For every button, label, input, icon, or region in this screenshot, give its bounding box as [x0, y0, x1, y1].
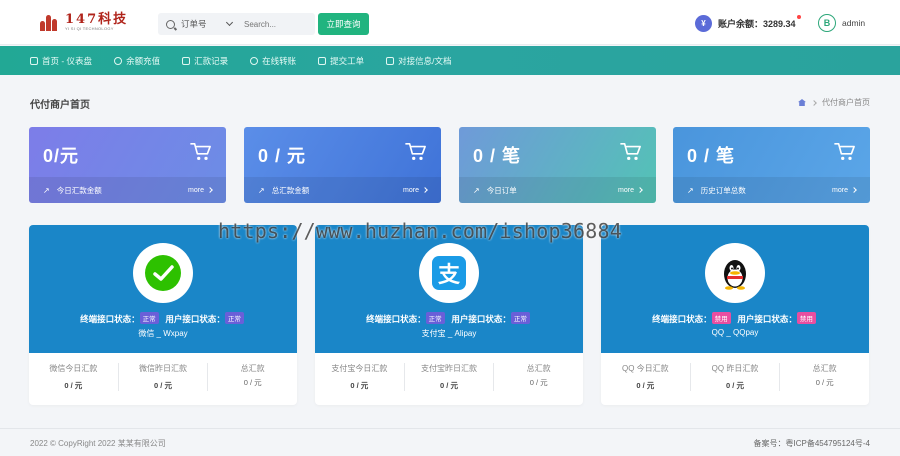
home-icon[interactable]	[798, 99, 806, 106]
trend-up-icon: ↗	[473, 185, 480, 195]
yen-icon: ¥	[695, 15, 712, 32]
user-menu[interactable]: B admin	[818, 14, 865, 32]
nav-item-submit-ticket[interactable]: 提交工单	[318, 55, 364, 67]
page-title: 代付商户首页	[30, 100, 90, 111]
payment-card-wechat: 终端接口状态： 正常 用户接口状态： 正常 微信 _ Wxpay 微信今日汇款 0 /…	[29, 225, 297, 405]
payment-name: 支付宝 _ Alipay	[421, 329, 477, 338]
trend-up-icon: ↗	[43, 185, 50, 195]
chevron-right-icon	[637, 187, 643, 193]
chevron-down-icon	[225, 18, 233, 27]
breadcrumb: 代付商户首页	[798, 97, 870, 108]
cart-icon	[620, 143, 641, 160]
home-icon	[30, 56, 38, 65]
transfer-icon	[250, 56, 259, 65]
nav-item-online-transfer[interactable]: 在线转账	[250, 55, 296, 67]
more-link[interactable]: more	[618, 187, 643, 194]
wallet-icon	[114, 56, 123, 65]
chevron-right-icon	[851, 187, 857, 193]
ticket-icon	[318, 56, 327, 65]
interface-status: 终端接口状态： 正常 用户接口状态： 正常	[29, 312, 297, 325]
trend-up-icon: ↗	[258, 185, 265, 195]
search-category-icon	[166, 19, 175, 29]
balance-text: 账户余额：3289.34	[718, 19, 796, 29]
icp-number[interactable]: 备案号：粤ICP备454795124号-4	[754, 438, 871, 449]
payment-name: QQ _ QQpay	[711, 328, 759, 337]
document-icon	[386, 56, 395, 65]
nav-item-api-docs[interactable]: 对接信息/文档	[386, 55, 452, 67]
status-badge: 正常	[510, 312, 530, 324]
stat-value: 0 / 笔	[473, 146, 522, 166]
search-button[interactable]: 立即查询	[318, 13, 369, 35]
stat-label: 总汇款金额	[271, 185, 310, 195]
logo[interactable]: 147科技 YI SI QI TECHNOLOGY	[40, 13, 128, 31]
footer: 2022 © CopyRight 2022 某某有限公司 备案号：粤ICP备45…	[0, 428, 900, 456]
payment-name: 微信 _ Wxpay	[138, 329, 188, 338]
status-badge: 正常	[425, 312, 445, 324]
payment-card-alipay: 支 终端接口状态： 正常 用户接口状态： 正常 支付宝 _ Alipay 支付宝今日…	[315, 225, 583, 405]
stat-value: 0 / 元	[258, 146, 307, 166]
qq-icon	[705, 243, 765, 303]
chevron-right-icon	[811, 99, 817, 106]
chevron-right-icon	[207, 187, 213, 193]
status-badge: 正常	[139, 312, 159, 324]
payment-card-qq: 终端接口状态： 禁用 用户接口状态： 禁用 QQ _ QQpay QQ 今日汇款 0 …	[601, 225, 869, 405]
top-header: 147科技 YI SI QI TECHNOLOGY 订单号 立即查询 ¥ 账户余…	[0, 0, 900, 45]
search-type-select[interactable]: 订单号	[158, 13, 240, 35]
nav-item-dashboard[interactable]: 首页 - 仪表盘	[30, 55, 92, 67]
interface-status: 终端接口状态： 禁用 用户接口状态： 禁用	[601, 312, 869, 325]
stat-label: 今日汇款金额	[56, 185, 102, 195]
watermark-text: https://www.huzhan.com/ishop36884	[218, 219, 622, 243]
trend-up-icon: ↗	[687, 185, 694, 195]
stat-value: 0/元	[43, 146, 80, 166]
interface-status: 终端接口状态： 正常 用户接口状态： 正常	[315, 312, 583, 325]
search-input[interactable]	[240, 13, 310, 35]
stat-card-total-amount: 0 / 元 ↗ 总汇款金额 more	[244, 127, 441, 203]
copyright: 2022 © CopyRight 2022 某某有限公司	[30, 439, 166, 448]
chart-icon	[182, 56, 191, 65]
more-link[interactable]: more	[832, 187, 857, 194]
stat-card-today-orders: 0 / 笔 ↗ 今日订单 more	[459, 127, 656, 203]
cart-icon	[190, 143, 211, 160]
cart-icon	[834, 143, 855, 160]
user-name: admin	[842, 18, 866, 28]
svg-text:支: 支	[438, 263, 461, 288]
stat-label: 历史订单总数	[700, 185, 746, 195]
more-link[interactable]: more	[188, 187, 213, 194]
avatar: B	[818, 14, 836, 32]
logo-text: 147科技	[65, 12, 129, 27]
account-balance: ¥ 账户余额：3289.34	[695, 15, 801, 32]
breadcrumb-current: 代付商户首页	[822, 98, 870, 107]
notification-dot	[796, 15, 801, 19]
nav-item-remittance-records[interactable]: 汇款记录	[182, 55, 228, 67]
stat-card-total-orders: 0 / 笔 ↗ 历史订单总数 more	[673, 127, 870, 203]
status-badge: 正常	[224, 312, 244, 324]
nav-item-recharge[interactable]: 余额充值	[114, 55, 160, 67]
logo-flame-icon	[40, 13, 62, 31]
stat-value: 0 / 笔	[687, 146, 736, 166]
search-type-value: 订单号	[181, 19, 207, 29]
search-group: 订单号	[158, 13, 315, 35]
stat-card-today-amount: 0/元 ↗ 今日汇款金额 more	[29, 127, 226, 203]
wechat-icon	[133, 243, 193, 303]
alipay-icon: 支	[419, 243, 479, 303]
cart-icon	[405, 143, 426, 160]
main-nav: 首页 - 仪表盘 余额充值 汇款记录 在线转账 提交工单 对接信息/文档	[0, 46, 900, 75]
stat-label: 今日订单	[486, 185, 517, 195]
status-badge: 禁用	[796, 312, 816, 324]
chevron-right-icon	[422, 187, 428, 193]
more-link[interactable]: more	[403, 187, 428, 194]
status-badge: 禁用	[711, 312, 731, 324]
